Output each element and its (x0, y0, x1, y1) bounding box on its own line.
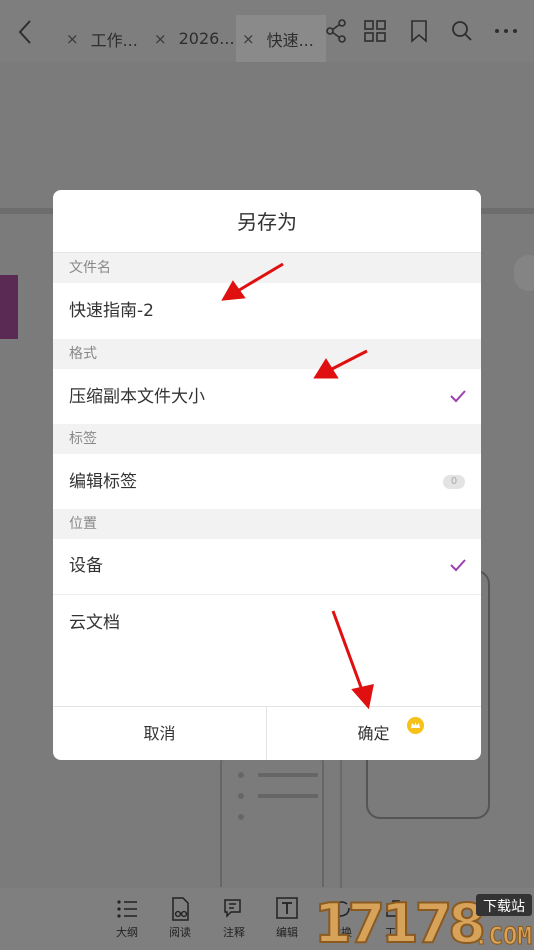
column-divider (340, 760, 342, 890)
site-watermark-logo: 17178 下载站 .COM (314, 891, 532, 950)
filename-field[interactable]: 快速指南-2 (53, 283, 481, 339)
edit-tags-label: 编辑标签 (69, 472, 137, 492)
list-bullet (238, 793, 244, 799)
toolbar-item-read[interactable]: 阅读 (160, 896, 200, 940)
save-as-dialog: 另存为 文件名 快速指南-2 格式 压缩副本文件大小 标签 编辑标签 0 位置 … (53, 190, 481, 760)
tab-label: 2026... (178, 29, 235, 48)
read-icon (172, 897, 189, 921)
search-icon[interactable] (450, 18, 474, 44)
section-header-tags: 标签 (53, 424, 481, 454)
top-app-bar: × 工作... × 2026... × 快速... (0, 0, 534, 62)
tab-2026[interactable]: × 2026... (154, 15, 238, 62)
toolbar-item-edit[interactable]: 编辑 (267, 896, 307, 940)
tab-work[interactable]: × 工作... (66, 15, 150, 62)
toolbar-item-outline[interactable]: 大纲 (107, 896, 147, 940)
comment-icon (224, 899, 241, 918)
more-icon[interactable] (494, 18, 518, 44)
toolbar-label: 编辑 (276, 926, 298, 939)
watermark-domain: .COM (474, 922, 532, 950)
format-option-label: 压缩副本文件大小 (69, 387, 205, 407)
tab-label: 快速... (266, 30, 314, 50)
check-icon (450, 390, 466, 403)
location-option-label: 设备 (69, 556, 103, 576)
bookmark-icon[interactable] (407, 18, 431, 44)
scroll-handle[interactable] (514, 255, 534, 291)
section-header-filename: 文件名 (53, 253, 481, 283)
tab-label: 工作... (90, 30, 138, 50)
share-icon[interactable] (324, 18, 348, 44)
section-header-location: 位置 (53, 509, 481, 539)
confirm-button[interactable]: 确定 (267, 707, 480, 760)
list-line (258, 794, 318, 798)
toolbar-item-comment[interactable]: 注释 (214, 896, 254, 940)
tag-count-badge: 0 (443, 475, 465, 489)
tab-quick-guide[interactable]: × 快速... (236, 15, 326, 62)
crown-premium-icon (407, 717, 424, 734)
close-icon[interactable]: × (154, 30, 167, 48)
outline-icon (117, 900, 137, 918)
list-bullet (238, 814, 244, 820)
grid-icon[interactable] (363, 18, 387, 44)
list-line (258, 773, 318, 777)
edit-tags-row[interactable]: 编辑标签 0 (53, 454, 481, 510)
toolbar-label: 注释 (223, 926, 245, 939)
toolbar-label: 阅读 (169, 926, 191, 939)
toolbar-label: 大纲 (116, 926, 138, 939)
page-thumbnail-accent (0, 275, 18, 339)
format-option-compress[interactable]: 压缩副本文件大小 (53, 369, 481, 425)
back-icon[interactable] (14, 18, 38, 46)
check-icon (450, 559, 466, 572)
watermark-tag: 下载站 (483, 899, 525, 915)
section-header-format: 格式 (53, 339, 481, 369)
edit-text-icon (276, 897, 298, 919)
close-icon[interactable]: × (242, 30, 255, 48)
dialog-title: 另存为 (53, 190, 481, 253)
close-icon[interactable]: × (66, 30, 79, 48)
list-bullet (238, 772, 244, 778)
location-option-device[interactable]: 设备 (53, 538, 481, 595)
location-option-cloud[interactable]: 云文档 (53, 595, 481, 651)
watermark-number: 17178 (314, 892, 483, 950)
cancel-button[interactable]: 取消 (53, 707, 266, 760)
